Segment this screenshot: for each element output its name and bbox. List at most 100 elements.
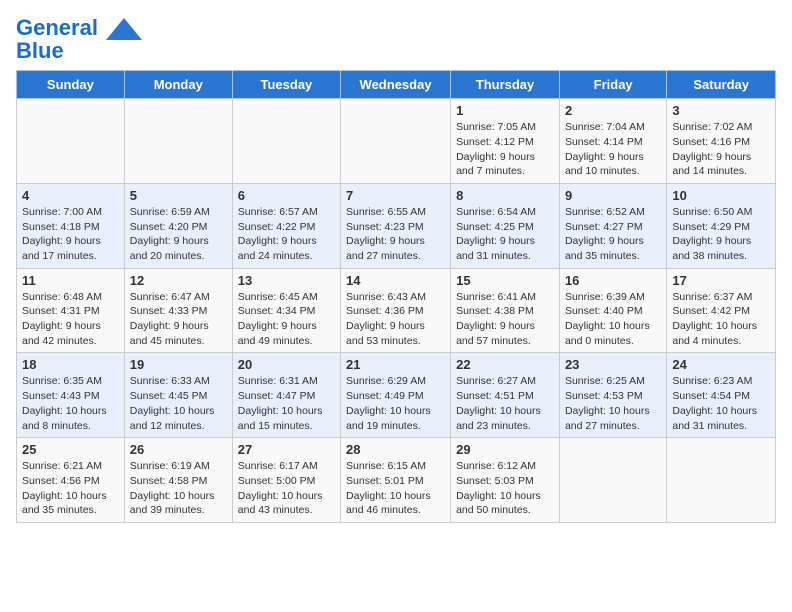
day-number: 10 bbox=[672, 188, 770, 203]
day-info: Sunrise: 6:17 AM Sunset: 5:00 PM Dayligh… bbox=[238, 459, 335, 518]
weekday-header-tuesday: Tuesday bbox=[232, 71, 340, 99]
day-info: Sunrise: 6:33 AM Sunset: 4:45 PM Dayligh… bbox=[130, 374, 227, 433]
day-info: Sunrise: 6:35 AM Sunset: 4:43 PM Dayligh… bbox=[22, 374, 119, 433]
calendar-cell: 6 Sunrise: 6:57 AM Sunset: 4:22 PM Daylig… bbox=[232, 183, 340, 268]
day-info: Sunrise: 6:52 AM Sunset: 4:27 PM Dayligh… bbox=[565, 205, 661, 264]
calendar-cell bbox=[232, 99, 340, 184]
day-info: Sunrise: 6:43 AM Sunset: 4:36 PM Dayligh… bbox=[346, 290, 445, 349]
logo-general: General bbox=[16, 15, 98, 40]
day-number: 8 bbox=[456, 188, 554, 203]
day-info: Sunrise: 6:48 AM Sunset: 4:31 PM Dayligh… bbox=[22, 290, 119, 349]
calendar-table: SundayMondayTuesdayWednesdayThursdayFrid… bbox=[16, 70, 776, 523]
calendar-cell: 11Sunrise: 6:48 AM Sunset: 4:31 PM Dayli… bbox=[17, 268, 125, 353]
day-info: Sunrise: 6:54 AM Sunset: 4:25 PM Dayligh… bbox=[456, 205, 554, 264]
day-number: 21 bbox=[346, 357, 445, 372]
week-row-0: 1 Sunrise: 7:05 AM Sunset: 4:12 PM Daylig… bbox=[17, 99, 776, 184]
day-number: 4 bbox=[22, 188, 119, 203]
calendar-cell: 13 Sunrise: 6:45 AM Sunset: 4:34 PM Dayli… bbox=[232, 268, 340, 353]
calendar-cell: 10 Sunrise: 6:50 AM Sunset: 4:29 PM Dayli… bbox=[667, 183, 776, 268]
calendar-cell: 27 Sunrise: 6:17 AM Sunset: 5:00 PM Dayli… bbox=[232, 438, 340, 523]
day-info: Sunrise: 6:19 AM Sunset: 4:58 PM Dayligh… bbox=[130, 459, 227, 518]
day-info: Sunrise: 7:04 AM Sunset: 4:14 PM Dayligh… bbox=[565, 120, 661, 179]
day-number: 16 bbox=[565, 273, 661, 288]
calendar-cell: 15 Sunrise: 6:41 AM Sunset: 4:38 PM Dayli… bbox=[451, 268, 560, 353]
calendar-cell bbox=[17, 99, 125, 184]
day-info: Sunrise: 6:23 AM Sunset: 4:54 PM Dayligh… bbox=[672, 374, 770, 433]
calendar-cell: 14 Sunrise: 6:43 AM Sunset: 4:36 PM Dayli… bbox=[341, 268, 451, 353]
day-info: Sunrise: 6:27 AM Sunset: 4:51 PM Dayligh… bbox=[456, 374, 554, 433]
week-row-4: 25 Sunrise: 6:21 AM Sunset: 4:56 PM Dayli… bbox=[17, 438, 776, 523]
day-info: Sunrise: 6:31 AM Sunset: 4:47 PM Dayligh… bbox=[238, 374, 335, 433]
calendar-cell: 5 Sunrise: 6:59 AM Sunset: 4:20 PM Daylig… bbox=[124, 183, 232, 268]
calendar-cell: 26 Sunrise: 6:19 AM Sunset: 4:58 PM Dayli… bbox=[124, 438, 232, 523]
day-info: Sunrise: 6:29 AM Sunset: 4:49 PM Dayligh… bbox=[346, 374, 445, 433]
calendar-cell bbox=[124, 99, 232, 184]
day-number: 12 bbox=[130, 273, 227, 288]
calendar-cell: 21 Sunrise: 6:29 AM Sunset: 4:49 PM Dayli… bbox=[341, 353, 451, 438]
calendar-cell: 7Sunrise: 6:55 AM Sunset: 4:23 PM Daylig… bbox=[341, 183, 451, 268]
day-number: 25 bbox=[22, 442, 119, 457]
day-info: Sunrise: 6:57 AM Sunset: 4:22 PM Dayligh… bbox=[238, 205, 335, 264]
day-number: 7 bbox=[346, 188, 445, 203]
day-info: Sunrise: 6:37 AM Sunset: 4:42 PM Dayligh… bbox=[672, 290, 770, 349]
weekday-header-saturday: Saturday bbox=[667, 71, 776, 99]
day-number: 2 bbox=[565, 103, 661, 118]
weekday-header-friday: Friday bbox=[559, 71, 666, 99]
calendar-cell bbox=[341, 99, 451, 184]
day-number: 9 bbox=[565, 188, 661, 203]
day-info: Sunrise: 6:50 AM Sunset: 4:29 PM Dayligh… bbox=[672, 205, 770, 264]
weekday-header-monday: Monday bbox=[124, 71, 232, 99]
calendar-cell: 4 Sunrise: 7:00 AM Sunset: 4:18 PM Daylig… bbox=[17, 183, 125, 268]
day-number: 24 bbox=[672, 357, 770, 372]
calendar-cell: 17Sunrise: 6:37 AM Sunset: 4:42 PM Dayli… bbox=[667, 268, 776, 353]
calendar-cell: 23Sunrise: 6:25 AM Sunset: 4:53 PM Dayli… bbox=[559, 353, 666, 438]
weekday-header-sunday: Sunday bbox=[17, 71, 125, 99]
calendar-cell: 18Sunrise: 6:35 AM Sunset: 4:43 PM Dayli… bbox=[17, 353, 125, 438]
day-number: 14 bbox=[346, 273, 445, 288]
day-number: 26 bbox=[130, 442, 227, 457]
calendar-cell: 24 Sunrise: 6:23 AM Sunset: 4:54 PM Dayli… bbox=[667, 353, 776, 438]
page: General Blue SundayMondayTuesdayWednesda… bbox=[0, 0, 792, 539]
calendar-cell bbox=[559, 438, 666, 523]
header: General Blue bbox=[16, 16, 776, 62]
day-number: 3 bbox=[672, 103, 770, 118]
calendar-cell: 8 Sunrise: 6:54 AM Sunset: 4:25 PM Daylig… bbox=[451, 183, 560, 268]
day-info: Sunrise: 6:41 AM Sunset: 4:38 PM Dayligh… bbox=[456, 290, 554, 349]
day-info: Sunrise: 6:59 AM Sunset: 4:20 PM Dayligh… bbox=[130, 205, 227, 264]
calendar-cell: 9 Sunrise: 6:52 AM Sunset: 4:27 PM Daylig… bbox=[559, 183, 666, 268]
calendar-cell bbox=[667, 438, 776, 523]
day-info: Sunrise: 6:21 AM Sunset: 4:56 PM Dayligh… bbox=[22, 459, 119, 518]
day-info: Sunrise: 6:45 AM Sunset: 4:34 PM Dayligh… bbox=[238, 290, 335, 349]
calendar-cell: 29Sunrise: 6:12 AM Sunset: 5:03 PM Dayli… bbox=[451, 438, 560, 523]
day-number: 6 bbox=[238, 188, 335, 203]
day-number: 15 bbox=[456, 273, 554, 288]
calendar-cell: 12 Sunrise: 6:47 AM Sunset: 4:33 PM Dayli… bbox=[124, 268, 232, 353]
day-info: Sunrise: 7:00 AM Sunset: 4:18 PM Dayligh… bbox=[22, 205, 119, 264]
day-number: 1 bbox=[456, 103, 554, 118]
day-number: 27 bbox=[238, 442, 335, 457]
day-info: Sunrise: 7:02 AM Sunset: 4:16 PM Dayligh… bbox=[672, 120, 770, 179]
calendar-cell: 28Sunrise: 6:15 AM Sunset: 5:01 PM Dayli… bbox=[341, 438, 451, 523]
day-number: 29 bbox=[456, 442, 554, 457]
weekday-header-row: SundayMondayTuesdayWednesdayThursdayFrid… bbox=[17, 71, 776, 99]
day-info: Sunrise: 7:05 AM Sunset: 4:12 PM Dayligh… bbox=[456, 120, 554, 179]
calendar-cell: 25 Sunrise: 6:21 AM Sunset: 4:56 PM Dayli… bbox=[17, 438, 125, 523]
calendar-cell: 19 Sunrise: 6:33 AM Sunset: 4:45 PM Dayli… bbox=[124, 353, 232, 438]
week-row-2: 11Sunrise: 6:48 AM Sunset: 4:31 PM Dayli… bbox=[17, 268, 776, 353]
day-info: Sunrise: 6:25 AM Sunset: 4:53 PM Dayligh… bbox=[565, 374, 661, 433]
calendar-cell: 22 Sunrise: 6:27 AM Sunset: 4:51 PM Dayli… bbox=[451, 353, 560, 438]
calendar-cell: 3 Sunrise: 7:02 AM Sunset: 4:16 PM Daylig… bbox=[667, 99, 776, 184]
day-number: 22 bbox=[456, 357, 554, 372]
day-number: 19 bbox=[130, 357, 227, 372]
calendar-cell: 20 Sunrise: 6:31 AM Sunset: 4:47 PM Dayli… bbox=[232, 353, 340, 438]
logo: General Blue bbox=[16, 16, 144, 62]
day-info: Sunrise: 6:47 AM Sunset: 4:33 PM Dayligh… bbox=[130, 290, 227, 349]
calendar-cell: 1 Sunrise: 7:05 AM Sunset: 4:12 PM Daylig… bbox=[451, 99, 560, 184]
day-info: Sunrise: 6:39 AM Sunset: 4:40 PM Dayligh… bbox=[565, 290, 661, 349]
day-number: 5 bbox=[130, 188, 227, 203]
logo-blue: Blue bbox=[16, 40, 144, 62]
day-number: 13 bbox=[238, 273, 335, 288]
weekday-header-wednesday: Wednesday bbox=[341, 71, 451, 99]
day-number: 20 bbox=[238, 357, 335, 372]
week-row-3: 18Sunrise: 6:35 AM Sunset: 4:43 PM Dayli… bbox=[17, 353, 776, 438]
